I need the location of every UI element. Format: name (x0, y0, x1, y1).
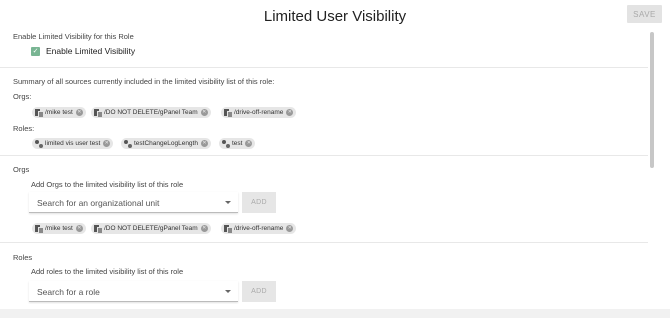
divider (0, 155, 648, 156)
chip-label: /mike test (45, 225, 73, 232)
check-icon: ✓ (32, 48, 39, 55)
summary-org-chip: /DO NOT DELETE/gPanel Team ✕ (91, 107, 211, 118)
enable-limited-visibility-label[interactable]: Enable Limited Visibility (46, 46, 135, 56)
remove-chip-icon[interactable]: ✕ (200, 140, 208, 147)
chip-label: limited vis user test (45, 140, 101, 147)
org-unit-icon (224, 225, 233, 234)
chip-label: /mike test (45, 109, 73, 116)
add-org-button[interactable]: ADD (242, 192, 276, 213)
org-chip: /DO NOT DELETE/gPanel Team ✕ (91, 223, 211, 234)
chip-label: /DO NOT DELETE/gPanel Team (104, 109, 198, 116)
remove-chip-icon[interactable]: ✕ (200, 109, 208, 116)
save-button[interactable]: SAVE (627, 5, 662, 23)
org-unit-icon (35, 109, 44, 118)
scrollbar[interactable] (650, 30, 656, 302)
summary-role-chip: limited vis user test ✕ (32, 138, 114, 149)
org-unit-icon (224, 109, 233, 118)
org-unit-icon (35, 225, 44, 234)
role-icon (222, 140, 231, 149)
summary-org-chip: /mike test ✕ (32, 107, 86, 118)
role-search-select[interactable]: Search for a role (29, 281, 238, 302)
role-icon (35, 140, 44, 149)
chip-label: test (232, 140, 243, 147)
roles-instruction: Add roles to the limited visibility list… (31, 267, 184, 276)
chevron-down-icon[interactable] (225, 201, 231, 204)
role-icon (124, 140, 133, 149)
add-role-button[interactable]: ADD (242, 281, 276, 302)
divider (0, 242, 648, 243)
enable-section-heading: Enable Limited Visibility for this Role (13, 32, 134, 41)
org-search-select[interactable]: Search for an organizational unit (29, 192, 238, 213)
roles-section-title: Roles (13, 253, 33, 262)
summary-roles-label: Roles: (13, 124, 35, 133)
remove-chip-icon[interactable]: ✕ (245, 140, 253, 147)
role-search-placeholder: Search for a role (37, 287, 100, 297)
summary-orgs-label: Orgs: (13, 92, 32, 101)
orgs-instruction: Add Orgs to the limited visibility list … (31, 180, 184, 189)
remove-chip-icon[interactable]: ✕ (75, 109, 83, 116)
remove-chip-icon[interactable]: ✕ (200, 225, 208, 232)
enable-limited-visibility-checkbox[interactable]: ✓ (31, 47, 40, 56)
remove-chip-icon[interactable]: ✕ (286, 225, 294, 232)
scrollbar-thumb[interactable] (650, 32, 654, 168)
org-unit-icon (94, 109, 103, 118)
remove-chip-icon[interactable]: ✕ (75, 225, 83, 232)
org-chip: /drive-off-rename ✕ (221, 223, 297, 234)
divider (0, 67, 648, 68)
org-chip: /mike test ✕ (32, 223, 86, 234)
page-title: Limited User Visibility (263, 8, 407, 25)
content-scroll-area[interactable]: Enable Limited Visibility for this Role … (0, 28, 658, 304)
remove-chip-icon[interactable]: ✕ (103, 140, 111, 147)
org-search-placeholder: Search for an organizational unit (37, 198, 160, 208)
chip-label: /DO NOT DELETE/gPanel Team (104, 225, 198, 232)
summary-role-chip: testChangeLogLength ✕ (121, 138, 211, 149)
chip-label: /drive-off-rename (234, 109, 284, 116)
orgs-section-title: Orgs (13, 165, 30, 174)
summary-role-chip: test ✕ (219, 138, 256, 149)
summary-org-chip: /drive-off-rename ✕ (221, 107, 297, 118)
org-unit-icon (94, 225, 103, 234)
remove-chip-icon[interactable]: ✕ (286, 109, 294, 116)
chip-label: testChangeLogLength (134, 140, 198, 147)
summary-heading: Summary of all sources currently include… (13, 77, 275, 86)
chip-label: /drive-off-rename (234, 225, 284, 232)
chevron-down-icon[interactable] (225, 290, 231, 293)
bottom-bar (0, 309, 670, 318)
